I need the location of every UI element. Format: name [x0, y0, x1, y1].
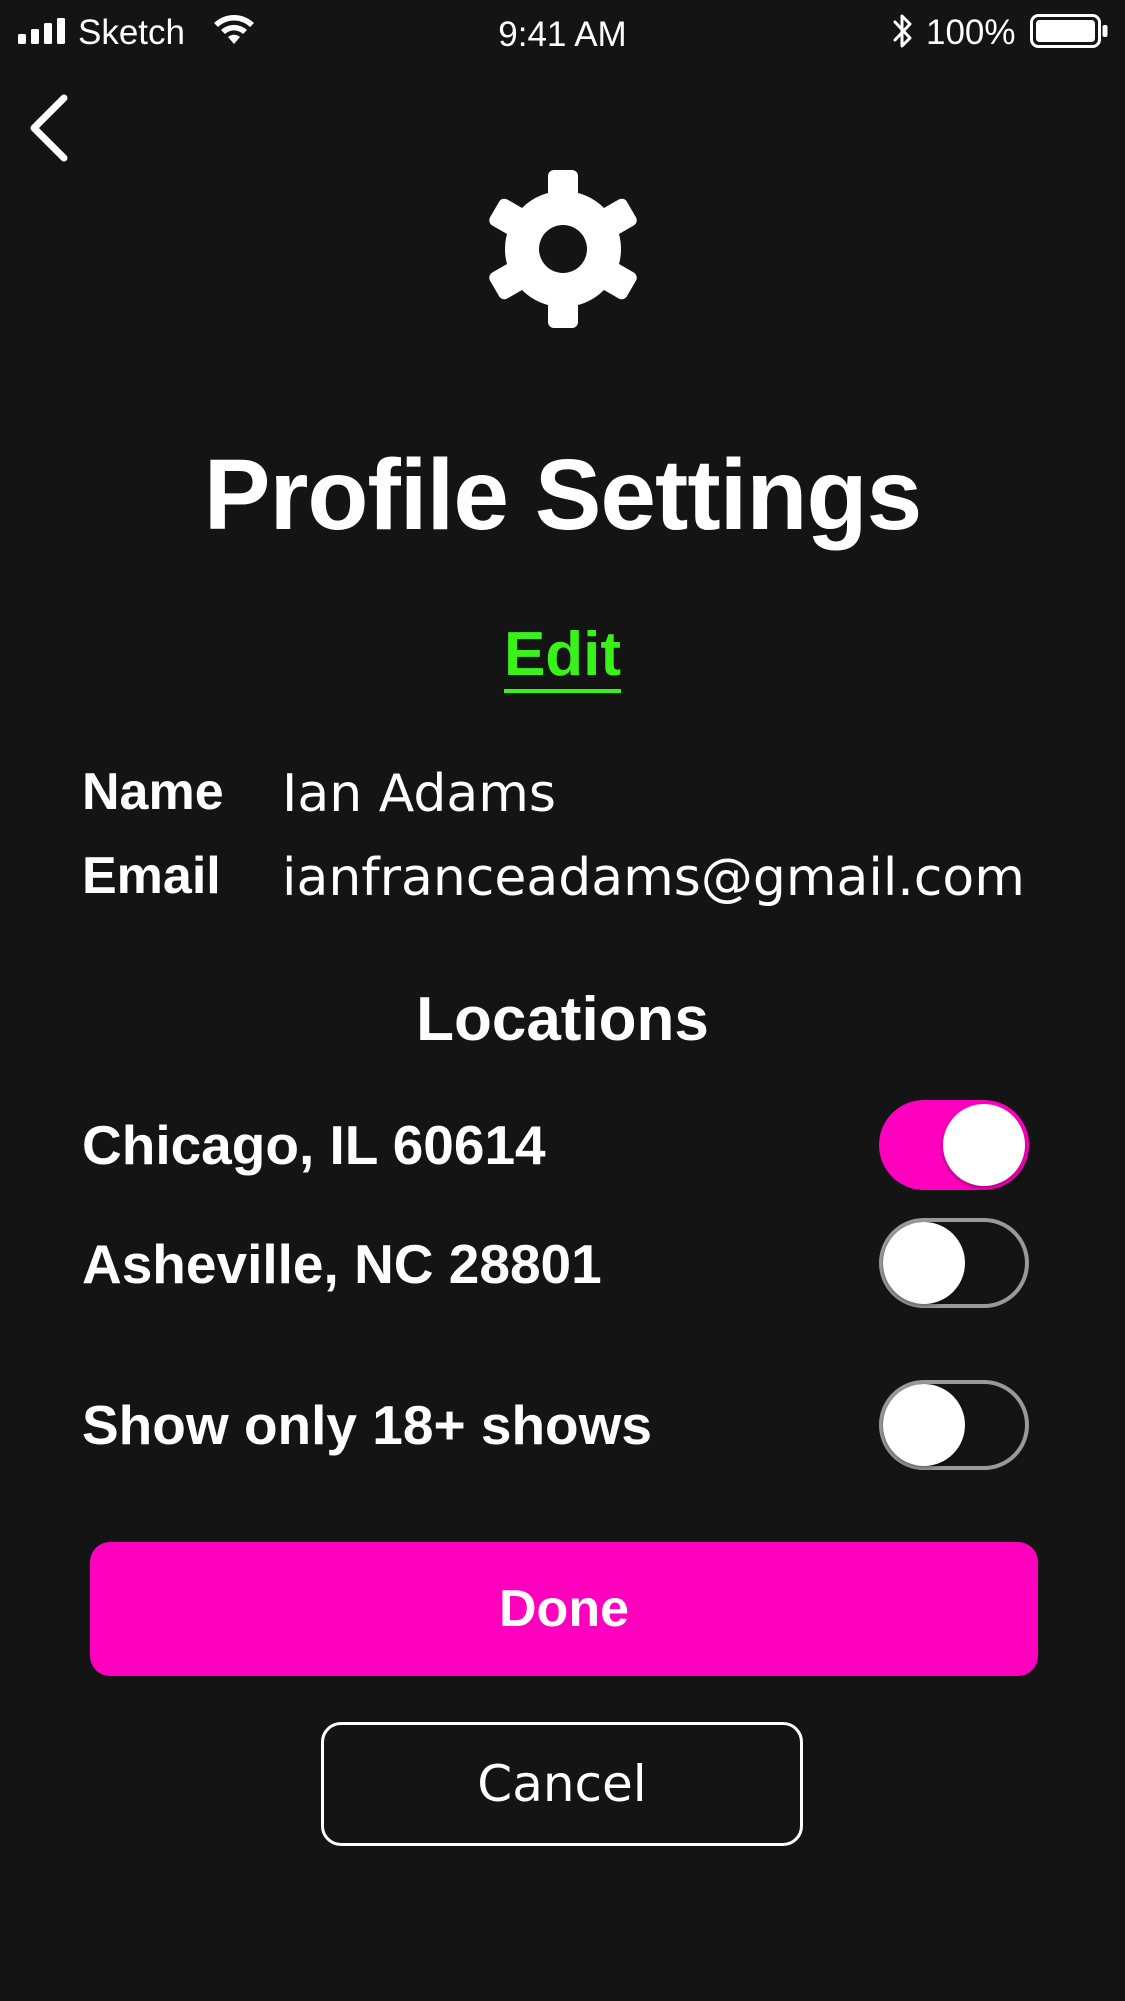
done-button[interactable]: Done: [90, 1542, 1038, 1676]
toggle-knob: [883, 1222, 965, 1304]
gear-icon: [489, 170, 637, 328]
back-button[interactable]: [22, 92, 78, 164]
name-label: Name: [82, 763, 224, 821]
adult-shows-label: Show only 18+ shows: [82, 1394, 653, 1456]
cancel-button[interactable]: Cancel: [321, 1722, 803, 1846]
page-title: Profile Settings: [203, 439, 922, 551]
adult-shows-toggle[interactable]: [879, 1380, 1029, 1470]
location-label-asheville: Asheville, NC 28801: [82, 1233, 602, 1295]
location-toggle-asheville[interactable]: [879, 1218, 1029, 1308]
edit-link-label: Edit: [503, 620, 622, 693]
bluetooth-icon: [893, 14, 912, 48]
chevron-left-icon: [30, 94, 68, 162]
location-toggle-chicago[interactable]: [879, 1100, 1029, 1190]
status-bar: Sketch 9:41 AM 100%: [0, 0, 1125, 66]
location-label-chicago: Chicago, IL 60614: [82, 1114, 546, 1176]
email-label: Email: [82, 847, 221, 905]
name-value: Ian Adams: [282, 764, 556, 824]
edit-link[interactable]: Edit: [0, 620, 1125, 693]
locations-title: Locations: [416, 985, 709, 1054]
toggle-knob: [943, 1104, 1025, 1186]
battery-icon: [1030, 14, 1108, 48]
battery-percentage: 100%: [926, 13, 1016, 52]
email-value: ianfranceadams@gmail.com: [282, 848, 1025, 908]
toggle-knob: [883, 1384, 965, 1466]
